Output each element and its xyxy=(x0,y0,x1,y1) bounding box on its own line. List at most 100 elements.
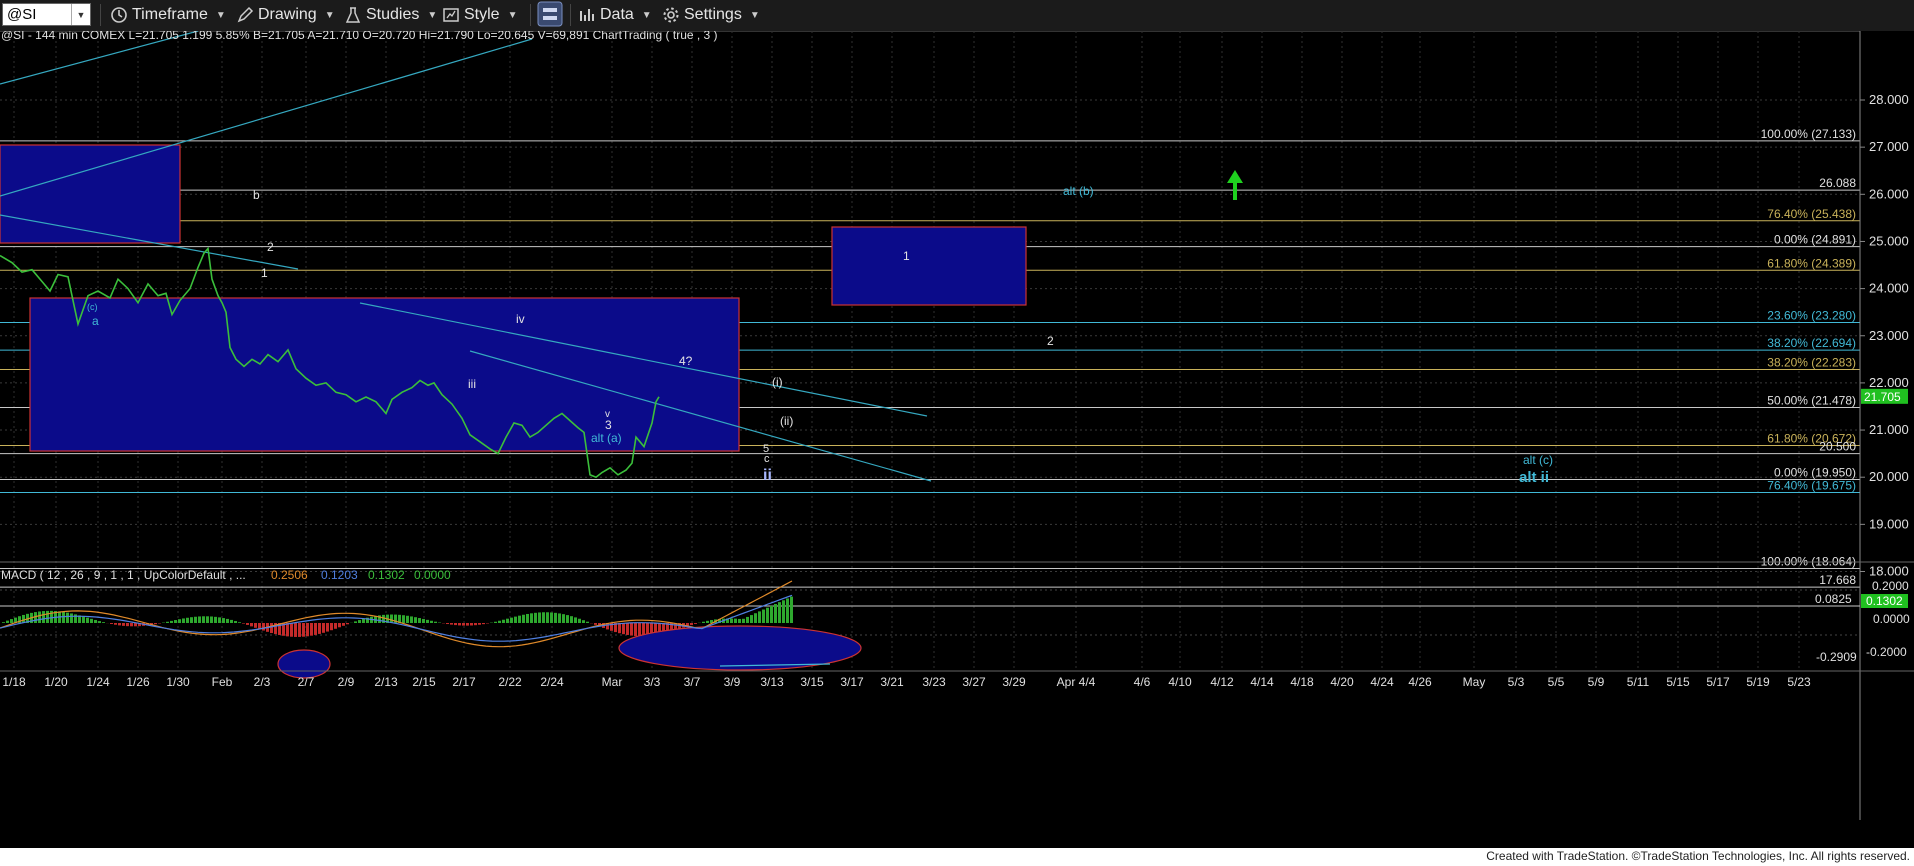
pencil-icon xyxy=(236,6,254,24)
macd-bar xyxy=(94,619,97,623)
macd-reference-label: 0.0825 xyxy=(1815,592,1852,606)
macd-bar xyxy=(774,603,777,623)
time-tick-label: Apr 4/4 xyxy=(1057,675,1096,689)
macd-bar xyxy=(446,623,449,625)
macd-bar xyxy=(130,623,133,627)
macd-bar xyxy=(226,618,229,623)
macd-bar xyxy=(746,616,749,623)
macd-bar xyxy=(538,612,541,623)
macd-bar xyxy=(498,620,501,623)
style-button[interactable]: Style ▼ xyxy=(442,3,517,27)
panel-layout-icon xyxy=(537,1,563,27)
time-tick-label: 4/12 xyxy=(1210,675,1234,689)
settings-button[interactable]: Settings ▼ xyxy=(662,3,760,27)
macd-bar xyxy=(402,615,405,623)
macd-bar xyxy=(102,622,105,623)
time-tick-label: May xyxy=(1463,675,1486,689)
macd-bar xyxy=(362,618,365,623)
status-line: @SI - 144 min COMEX L=21.705 1.199 5.85%… xyxy=(1,31,718,42)
price-tick-label: 27.000 xyxy=(1869,139,1909,154)
studies-button[interactable]: Studies ▼ xyxy=(344,3,437,27)
macd-bar xyxy=(358,620,361,623)
target-box[interactable] xyxy=(831,226,1027,306)
macd-bar xyxy=(246,623,249,625)
price-chart[interactable]: 100.00% (27.133) 26.088 76.40% (25.438) 0.0… xyxy=(0,31,1914,848)
macd-bar xyxy=(694,623,697,624)
style-label: Style xyxy=(464,6,500,23)
macd-bar xyxy=(750,615,753,623)
macd-bar xyxy=(706,620,709,623)
macd-bar xyxy=(542,612,545,623)
wave-label: a xyxy=(92,314,99,328)
macd-bar xyxy=(326,623,329,632)
macd-bar xyxy=(294,623,297,637)
support-box[interactable] xyxy=(29,297,740,452)
macd-bar xyxy=(2,622,5,623)
time-tick-label: 1/20 xyxy=(44,675,68,689)
drawing-button[interactable]: Drawing ▼ xyxy=(236,3,335,27)
wave-label: 4? xyxy=(679,354,693,368)
time-tick-label: 3/9 xyxy=(724,675,741,689)
macd-bar xyxy=(558,613,561,623)
price-tick-label: 25.000 xyxy=(1869,233,1909,248)
macd-bar xyxy=(222,618,225,623)
macd-bar xyxy=(554,612,557,623)
wave-label: 1 xyxy=(903,249,910,263)
footer: Created with TradeStation. ©TradeStation… xyxy=(0,848,1914,866)
macd-bar xyxy=(574,617,577,623)
macd-bar xyxy=(454,623,457,626)
resistance-box[interactable] xyxy=(0,144,181,244)
fib-label: 26.088 xyxy=(1819,176,1856,190)
macd-bar xyxy=(242,623,245,624)
macd-bar xyxy=(174,620,177,623)
macd-bar xyxy=(434,621,437,623)
settings-label: Settings xyxy=(684,6,742,23)
time-tick-label: 5/23 xyxy=(1787,675,1811,689)
time-tick-label: 4/24 xyxy=(1370,675,1394,689)
time-tick-label: 5/15 xyxy=(1666,675,1690,689)
macd-bar xyxy=(42,611,45,623)
fib-label: 76.40% (19.675) xyxy=(1767,479,1856,493)
chevron-down-icon: ▼ xyxy=(427,9,438,21)
macd-bar xyxy=(778,602,781,623)
wave-label: alt (b) xyxy=(1063,184,1094,198)
histogram-value: 0.1302 xyxy=(368,568,405,582)
macd-bar xyxy=(522,614,525,623)
macd-reference-label: -0.2909 xyxy=(1816,650,1857,664)
fib-label: 23.60% (23.280) xyxy=(1767,309,1856,323)
macd-bar xyxy=(638,623,641,637)
fib-label: 0.00% (24.891) xyxy=(1774,233,1856,247)
fib-label: 38.20% (22.283) xyxy=(1767,356,1856,370)
wave-label: 2 xyxy=(267,240,274,254)
macd-bar xyxy=(334,623,337,629)
clock-icon xyxy=(110,6,128,24)
toolbar-separator xyxy=(100,4,101,26)
time-tick-label: 2/24 xyxy=(540,675,564,689)
fib-label: 50.00% (21.478) xyxy=(1767,394,1856,408)
time-tick-label: Feb xyxy=(212,675,233,689)
macd-bar xyxy=(322,623,325,633)
svg-text:0.2000: 0.2000 xyxy=(1872,579,1909,593)
macd-bar xyxy=(530,613,533,623)
time-tick-label: 2/7 xyxy=(298,675,315,689)
time-tick-label: 3/27 xyxy=(962,675,986,689)
toolbar-separator xyxy=(530,4,531,26)
macd-bar xyxy=(470,623,473,626)
timeframe-button[interactable]: Timeframe ▼ xyxy=(110,3,226,27)
fib-label: 100.00% (27.133) xyxy=(1761,127,1856,141)
macd-bar xyxy=(342,623,345,626)
time-axis-labels[interactable]: 1/18 1/20 1/24 1/26 1/30 Feb 2/3 2/7 2/9 2/13 2/15… xyxy=(2,675,1811,689)
macd-bar xyxy=(70,613,73,623)
wave-label: c xyxy=(764,453,770,465)
panel-toggle-button[interactable] xyxy=(537,1,563,27)
macd-bar xyxy=(82,616,85,623)
symbol-dropdown-icon[interactable]: ▼ xyxy=(71,4,90,25)
macd-bar xyxy=(346,623,349,625)
data-button[interactable]: Data ▼ xyxy=(578,3,652,27)
macd-bar xyxy=(786,598,789,623)
toolbar-separator xyxy=(570,4,571,26)
symbol-input[interactable]: @SI ▼ xyxy=(2,3,91,26)
macd-bar xyxy=(582,620,585,623)
macd-bar xyxy=(298,623,301,637)
svg-text:0.0000: 0.0000 xyxy=(1873,612,1910,626)
